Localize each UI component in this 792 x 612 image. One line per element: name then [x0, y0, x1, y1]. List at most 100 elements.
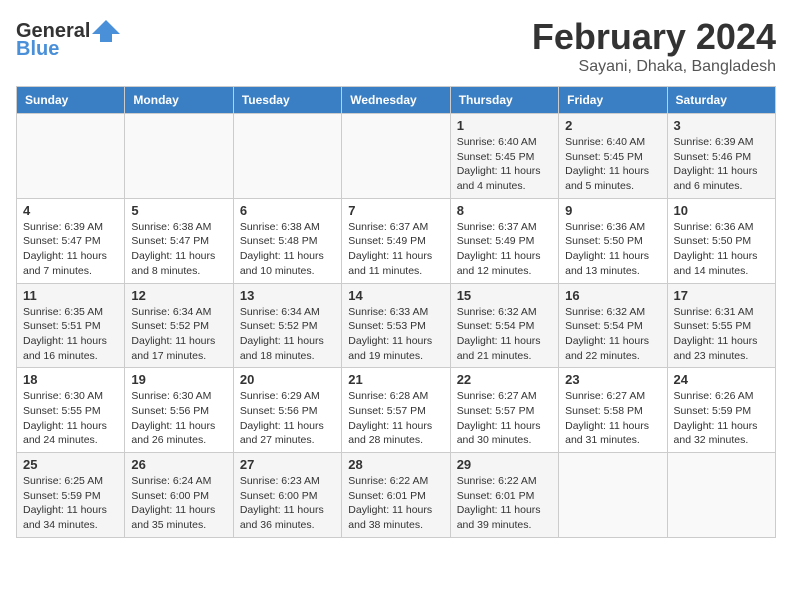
calendar-cell: 14 Sunrise: 6:33 AM Sunset: 5:53 PM Dayli…: [342, 283, 450, 368]
calendar-cell: 12Sunrise: 6:34 AM Sunset: 5:52 PM Dayli…: [125, 283, 233, 368]
calendar-cell: 27 Sunrise: 6:23 AM Sunset: 6:00 PM Dayli…: [233, 453, 341, 538]
calendar-table: SundayMondayTuesdayWednesdayThursdayFrid…: [16, 86, 776, 538]
day-number: 23: [565, 372, 660, 387]
calendar-cell: 5Sunrise: 6:38 AM Sunset: 5:47 PM Daylig…: [125, 198, 233, 283]
day-number: 27: [240, 457, 335, 472]
day-info: Sunrise: 6:33 AM Sunset: 5:53 PM Dayligh…: [348, 305, 443, 364]
location: Sayani, Dhaka, Bangladesh: [532, 58, 776, 76]
day-info: Sunrise: 6:28 AM Sunset: 5:57 PM Dayligh…: [348, 389, 443, 448]
week-row-3: 11 Sunrise: 6:35 AM Sunset: 5:51 PM Dayli…: [17, 283, 776, 368]
weekday-header-row: SundayMondayTuesdayWednesdayThursdayFrid…: [17, 87, 776, 114]
day-info: Sunrise: 6:36 AM Sunset: 5:50 PM Dayligh…: [674, 220, 769, 279]
calendar-cell: 9 Sunrise: 6:36 AM Sunset: 5:50 PM Daylig…: [559, 198, 667, 283]
calendar-cell: 25 Sunrise: 6:25 AM Sunset: 5:59 PM Dayli…: [17, 453, 125, 538]
calendar-cell: [233, 114, 341, 199]
day-info: Sunrise: 6:27 AM Sunset: 5:57 PM Dayligh…: [457, 389, 552, 448]
day-number: 15: [457, 288, 552, 303]
day-number: 2: [565, 118, 660, 133]
weekday-header-tuesday: Tuesday: [233, 87, 341, 114]
calendar-cell: 7Sunrise: 6:37 AM Sunset: 5:49 PM Daylig…: [342, 198, 450, 283]
calendar-cell: 4 Sunrise: 6:39 AM Sunset: 5:47 PM Daylig…: [17, 198, 125, 283]
day-number: 21: [348, 372, 443, 387]
day-info: Sunrise: 6:31 AM Sunset: 5:55 PM Dayligh…: [674, 305, 769, 364]
day-number: 9: [565, 203, 660, 218]
calendar-cell: 24Sunrise: 6:26 AM Sunset: 5:59 PM Dayli…: [667, 368, 775, 453]
day-number: 25: [23, 457, 118, 472]
day-info: Sunrise: 6:30 AM Sunset: 5:55 PM Dayligh…: [23, 389, 118, 448]
week-row-2: 4 Sunrise: 6:39 AM Sunset: 5:47 PM Daylig…: [17, 198, 776, 283]
month-title: February 2024: [532, 16, 776, 58]
calendar-cell: 2 Sunrise: 6:40 AM Sunset: 5:45 PM Daylig…: [559, 114, 667, 199]
calendar-cell: [17, 114, 125, 199]
day-info: Sunrise: 6:40 AM Sunset: 5:45 PM Dayligh…: [565, 135, 660, 194]
calendar-body: 1 Sunrise: 6:40 AM Sunset: 5:45 PM Daylig…: [17, 114, 776, 538]
calendar-cell: 19 Sunrise: 6:30 AM Sunset: 5:56 PM Dayli…: [125, 368, 233, 453]
day-info: Sunrise: 6:27 AM Sunset: 5:58 PM Dayligh…: [565, 389, 660, 448]
title-block: February 2024 Sayani, Dhaka, Bangladesh: [532, 16, 776, 76]
weekday-header-saturday: Saturday: [667, 87, 775, 114]
day-number: 8: [457, 203, 552, 218]
day-info: Sunrise: 6:34 AM Sunset: 5:52 PM Dayligh…: [240, 305, 335, 364]
day-number: 17: [674, 288, 769, 303]
day-info: Sunrise: 6:26 AM Sunset: 5:59 PM Dayligh…: [674, 389, 769, 448]
calendar-cell: 10Sunrise: 6:36 AM Sunset: 5:50 PM Dayli…: [667, 198, 775, 283]
day-number: 1: [457, 118, 552, 133]
weekday-header-thursday: Thursday: [450, 87, 558, 114]
week-row-1: 1 Sunrise: 6:40 AM Sunset: 5:45 PM Daylig…: [17, 114, 776, 199]
calendar-cell: 1 Sunrise: 6:40 AM Sunset: 5:45 PM Daylig…: [450, 114, 558, 199]
calendar-cell: [667, 453, 775, 538]
day-info: Sunrise: 6:22 AM Sunset: 6:01 PM Dayligh…: [348, 474, 443, 533]
calendar-cell: 21 Sunrise: 6:28 AM Sunset: 5:57 PM Dayli…: [342, 368, 450, 453]
weekday-header-friday: Friday: [559, 87, 667, 114]
day-number: 28: [348, 457, 443, 472]
calendar-cell: [342, 114, 450, 199]
day-info: Sunrise: 6:34 AM Sunset: 5:52 PM Dayligh…: [131, 305, 226, 364]
day-info: Sunrise: 6:40 AM Sunset: 5:45 PM Dayligh…: [457, 135, 552, 194]
day-info: Sunrise: 6:32 AM Sunset: 5:54 PM Dayligh…: [565, 305, 660, 364]
day-info: Sunrise: 6:39 AM Sunset: 5:46 PM Dayligh…: [674, 135, 769, 194]
calendar-cell: 8 Sunrise: 6:37 AM Sunset: 5:49 PM Daylig…: [450, 198, 558, 283]
day-number: 16: [565, 288, 660, 303]
day-number: 11: [23, 288, 118, 303]
day-number: 29: [457, 457, 552, 472]
logo-icon: [92, 20, 120, 42]
day-number: 4: [23, 203, 118, 218]
calendar-cell: 6Sunrise: 6:38 AM Sunset: 5:48 PM Daylig…: [233, 198, 341, 283]
day-info: Sunrise: 6:35 AM Sunset: 5:51 PM Dayligh…: [23, 305, 118, 364]
day-info: Sunrise: 6:36 AM Sunset: 5:50 PM Dayligh…: [565, 220, 660, 279]
day-info: Sunrise: 6:23 AM Sunset: 6:00 PM Dayligh…: [240, 474, 335, 533]
day-info: Sunrise: 6:38 AM Sunset: 5:47 PM Dayligh…: [131, 220, 226, 279]
day-number: 20: [240, 372, 335, 387]
calendar-cell: 13 Sunrise: 6:34 AM Sunset: 5:52 PM Dayli…: [233, 283, 341, 368]
calendar-cell: 20 Sunrise: 6:29 AM Sunset: 5:56 PM Dayli…: [233, 368, 341, 453]
calendar-cell: 11 Sunrise: 6:35 AM Sunset: 5:51 PM Dayli…: [17, 283, 125, 368]
day-number: 18: [23, 372, 118, 387]
logo: General Blue: [16, 20, 120, 61]
calendar-cell: 18 Sunrise: 6:30 AM Sunset: 5:55 PM Dayli…: [17, 368, 125, 453]
calendar-cell: 15 Sunrise: 6:32 AM Sunset: 5:54 PM Dayli…: [450, 283, 558, 368]
page-header: General Blue February 2024 Sayani, Dhaka…: [16, 16, 776, 76]
day-info: Sunrise: 6:39 AM Sunset: 5:47 PM Dayligh…: [23, 220, 118, 279]
day-number: 19: [131, 372, 226, 387]
day-info: Sunrise: 6:25 AM Sunset: 5:59 PM Dayligh…: [23, 474, 118, 533]
day-info: Sunrise: 6:24 AM Sunset: 6:00 PM Dayligh…: [131, 474, 226, 533]
day-number: 22: [457, 372, 552, 387]
day-info: Sunrise: 6:37 AM Sunset: 5:49 PM Dayligh…: [457, 220, 552, 279]
day-number: 13: [240, 288, 335, 303]
day-info: Sunrise: 6:32 AM Sunset: 5:54 PM Dayligh…: [457, 305, 552, 364]
day-number: 7: [348, 203, 443, 218]
calendar-cell: [125, 114, 233, 199]
calendar-cell: 22 Sunrise: 6:27 AM Sunset: 5:57 PM Dayli…: [450, 368, 558, 453]
day-number: 6: [240, 203, 335, 218]
week-row-4: 18 Sunrise: 6:30 AM Sunset: 5:55 PM Dayli…: [17, 368, 776, 453]
day-info: Sunrise: 6:22 AM Sunset: 6:01 PM Dayligh…: [457, 474, 552, 533]
calendar-header: SundayMondayTuesdayWednesdayThursdayFrid…: [17, 87, 776, 114]
day-number: 14: [348, 288, 443, 303]
day-info: Sunrise: 6:29 AM Sunset: 5:56 PM Dayligh…: [240, 389, 335, 448]
calendar-cell: 28 Sunrise: 6:22 AM Sunset: 6:01 PM Dayli…: [342, 453, 450, 538]
calendar-cell: 23 Sunrise: 6:27 AM Sunset: 5:58 PM Dayli…: [559, 368, 667, 453]
day-number: 3: [674, 118, 769, 133]
calendar-cell: [559, 453, 667, 538]
day-info: Sunrise: 6:30 AM Sunset: 5:56 PM Dayligh…: [131, 389, 226, 448]
day-number: 26: [131, 457, 226, 472]
